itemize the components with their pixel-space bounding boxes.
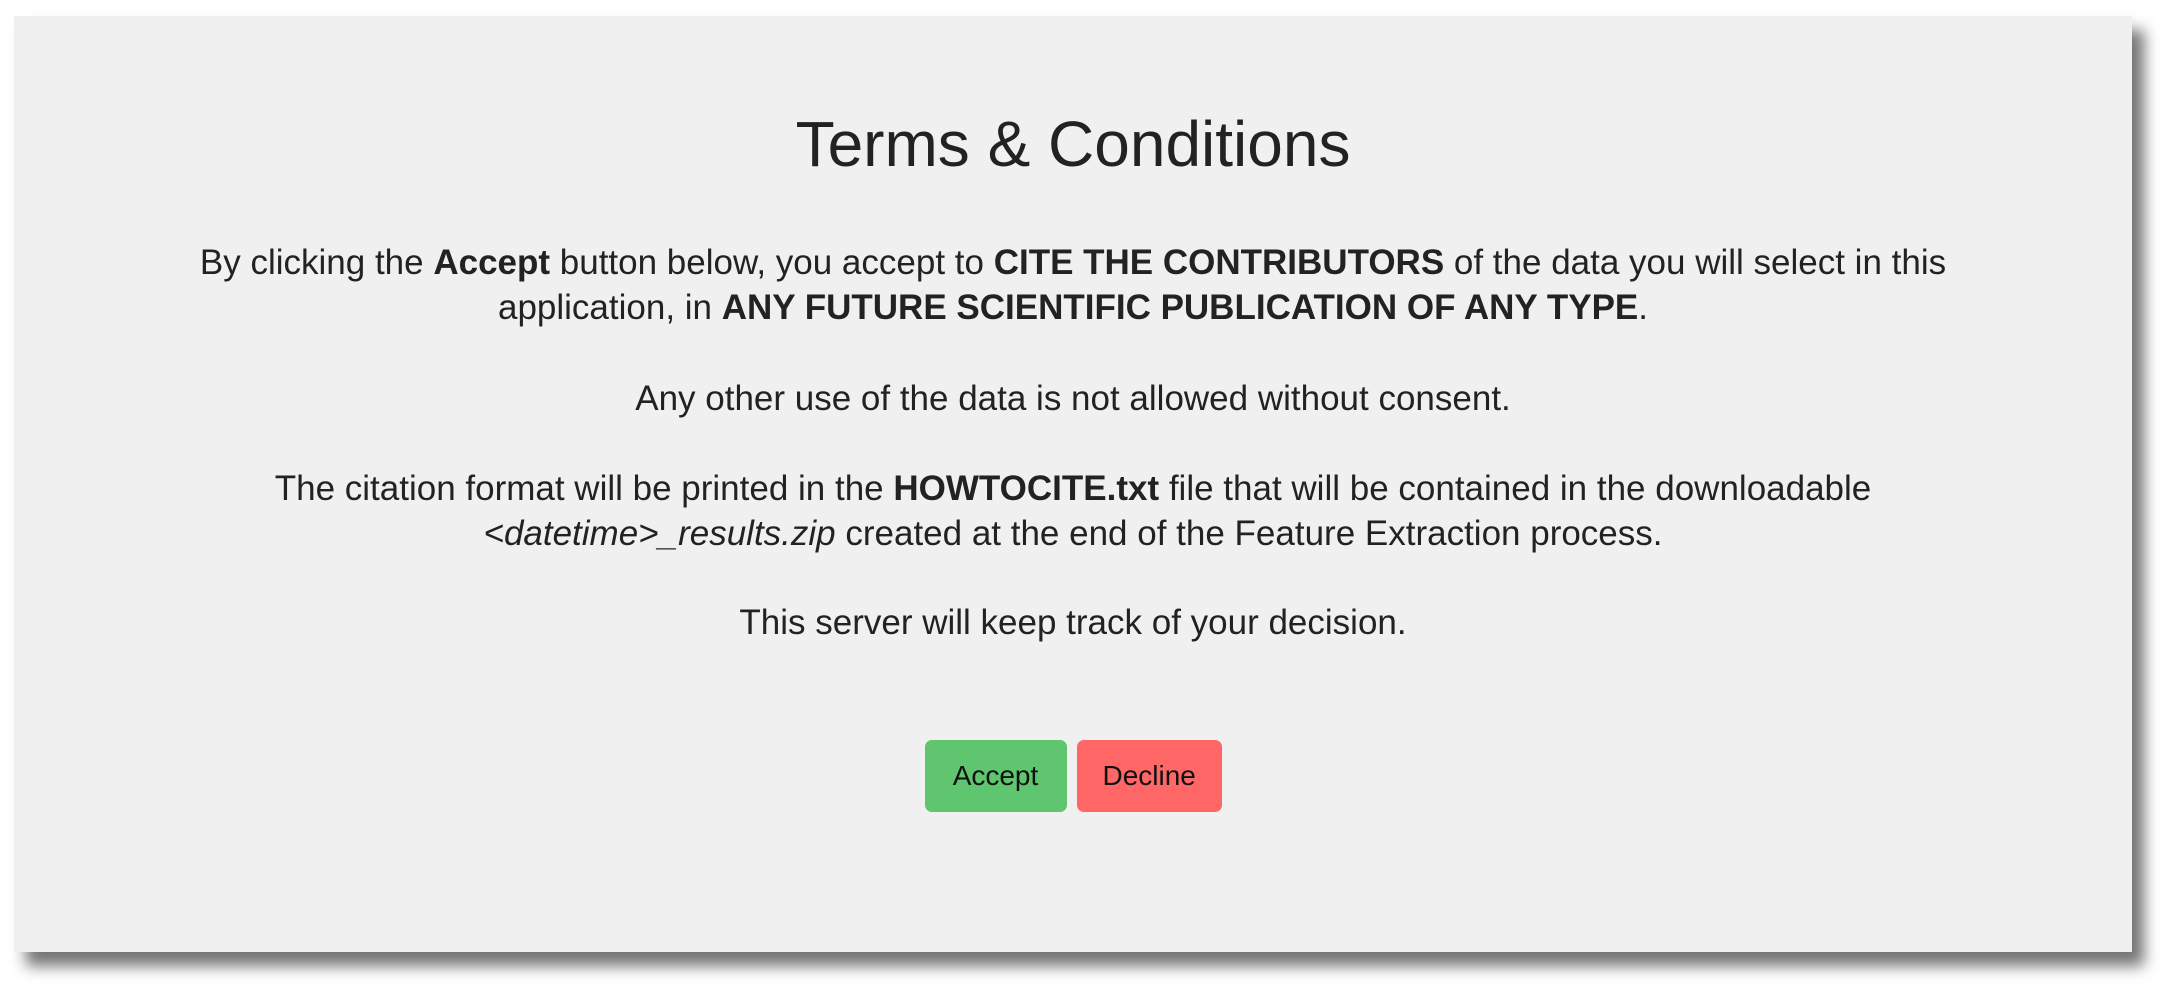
cite-text-c: button below, you accept to <box>550 243 994 282</box>
consent-paragraph: Any other use of the data is not allowed… <box>635 379 1511 418</box>
cite-text-h: . <box>1638 288 1649 327</box>
citation-line-2: <datetime>_results.zip created at the en… <box>14 511 2132 556</box>
citation-text-c: file that will be contained in the downl… <box>1159 469 1872 508</box>
citation-text-a: The citation format will be printed in t… <box>274 469 894 508</box>
decline-button[interactable]: Decline <box>1076 740 1222 812</box>
accept-emphasis: Accept <box>433 243 551 282</box>
cite-contributors-emphasis: CITE THE CONTRIBUTORS <box>993 243 1445 282</box>
citation-text-e: created at the end of the Feature Extrac… <box>835 514 1663 553</box>
results-zip-filename: <datetime>_results.zip <box>483 514 836 553</box>
citation-line-1: The citation format will be printed in t… <box>14 466 2132 511</box>
cite-text-a: By clicking the <box>199 243 434 282</box>
button-group: Accept Decline <box>14 740 2132 812</box>
howtocite-filename: HOWTOCITE.txt <box>893 469 1160 508</box>
cite-line-2: application, in ANY FUTURE SCIENTIFIC PU… <box>14 285 2132 330</box>
publication-emphasis: ANY FUTURE SCIENTIFIC PUBLICATION OF ANY… <box>721 288 1639 327</box>
cite-paragraph: By clicking the Accept button below, you… <box>14 240 2132 330</box>
cite-text-e: of the data you will select in this <box>1444 243 1947 282</box>
citation-format-paragraph: The citation format will be printed in t… <box>14 466 2132 556</box>
accept-button[interactable]: Accept <box>924 740 1067 812</box>
cite-text-f: application, in <box>497 288 722 327</box>
cite-line-1: By clicking the Accept button below, you… <box>14 240 2132 285</box>
dialog-title: Terms & Conditions <box>795 108 1351 180</box>
terms-dialog: Terms & Conditions By clicking the Accep… <box>14 16 2132 952</box>
tracking-paragraph: This server will keep track of your deci… <box>739 603 1407 642</box>
